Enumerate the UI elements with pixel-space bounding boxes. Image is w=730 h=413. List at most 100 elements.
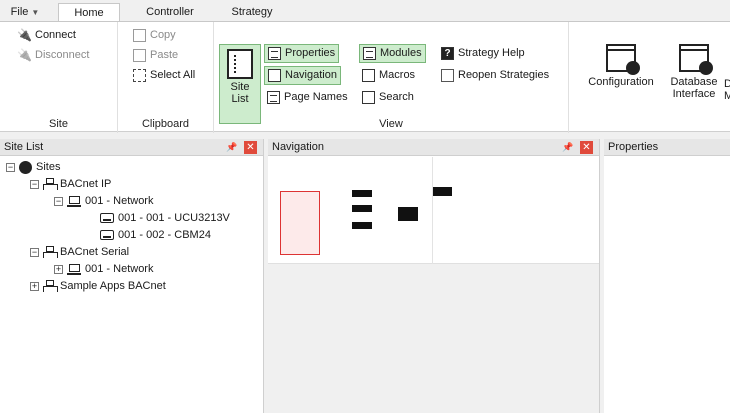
tab-home[interactable]: Home [58,3,120,22]
tree-node-bacnet-ip[interactable]: − BACnet IP [30,176,111,192]
navigation-pane: Navigation 📌 ✕ [268,139,600,413]
cut-off-ribbon-button[interactable]: D M [724,44,730,102]
search-button[interactable]: Search [359,88,417,107]
nav-block [352,190,372,197]
properties-title: Properties [608,141,659,153]
collapse-icon[interactable]: − [6,162,15,172]
navigation-button[interactable]: Navigation [264,66,341,85]
clipboard-group-label: Clipboard [141,118,190,130]
tree-node-device[interactable]: 001 - 002 - CBM24 [100,227,211,243]
tree-node-label: Sample Apps BACnet [60,280,166,292]
paste-icon [133,49,146,62]
cut-off-icon-space [724,44,730,78]
tree-node-label: 001 - 002 - CBM24 [118,229,211,241]
tree-node-bacnet-serial[interactable]: − BACnet Serial [30,244,129,260]
bacnet-icon [43,246,58,258]
collapse-icon[interactable]: − [54,196,63,206]
macros-label: Macros [379,69,416,81]
unplug-icon: 🔌 [17,48,32,62]
configuration-gear-icon [606,44,640,75]
view-group: Properties Navigation Page Names Modules… [214,22,569,133]
tree-node-network[interactable]: +001 - Network [54,261,153,277]
help-icon: ? [441,47,454,60]
navigation-viewport-frame[interactable] [280,191,320,255]
search-label: Search [379,91,414,103]
collapse-icon[interactable]: − [30,179,39,189]
device-icon [100,230,114,240]
pin-icon[interactable]: 📌 [226,139,237,156]
navigation-icon [268,69,281,82]
globe-icon [19,160,32,174]
bacnet-icon [43,178,58,190]
site-tree: − Sites − BACnet IP − 001 - Network 001 - 0… [0,156,263,292]
database-interface-label-line1: Database [670,76,718,88]
pin-icon[interactable]: 📌 [562,139,573,156]
nav-block [398,207,418,221]
copy-button[interactable]: Copy [130,26,179,45]
tab-file-label: File [10,6,29,18]
select-all-button[interactable]: Select All [130,66,198,85]
properties-button[interactable]: Properties [264,44,340,63]
properties-header: Properties [604,139,730,156]
device-icon [100,213,114,223]
view-group-label: View [379,118,403,130]
navigation-canvas[interactable] [268,157,599,264]
clipboard-group: Copy Paste Select All Clipboard [118,22,214,133]
tree-node-sample-apps[interactable]: + Sample Apps BACnet [30,278,166,294]
navigation-title: Navigation [272,141,324,153]
configuration-button[interactable]: Configuration [580,44,662,88]
tab-controller[interactable]: Controller [134,3,206,22]
nav-divider [432,157,433,264]
navigation-header: Navigation 📌 ✕ [268,139,599,156]
collapse-icon[interactable]: − [30,247,39,257]
close-icon[interactable]: ✕ [580,141,593,154]
database-interface-button[interactable]: Database Interface [666,44,722,100]
tree-node-label: BACnet Serial [60,246,130,258]
expand-icon[interactable]: + [30,281,39,291]
strategy-help-button[interactable]: ? Strategy Help [438,44,528,63]
close-icon[interactable]: ✕ [244,141,257,154]
connect-label: Connect [35,29,76,41]
tree-node-label: Sites [36,161,61,173]
properties-pane: Properties [604,139,730,413]
plug-icon: 🔌 [17,28,32,42]
copy-icon [133,29,146,42]
modules-label: Modules [380,47,422,59]
site-list-button[interactable]: Site List [219,44,261,124]
modules-icon [363,47,376,60]
disconnect-button[interactable]: 🔌 Disconnect [14,46,92,65]
tree-node-label: 001 - Network [85,263,154,275]
tree-node-network[interactable]: − 001 - Network [54,193,153,209]
page-names-button[interactable]: Page Names [264,88,351,107]
connect-button[interactable]: 🔌 Connect [14,26,79,45]
tree-node-device[interactable]: 001 - 001 - UCU3213V [100,210,230,226]
tree-node-sites[interactable]: − Sites [6,159,60,175]
nav-block [432,187,452,196]
tree-node-label: 001 - 001 - UCU3213V [118,212,230,224]
configuration-label: Configuration [588,76,654,88]
cut-off-label-line2: M [724,90,730,102]
site-list-label-line1: Site [230,81,250,93]
macros-button[interactable]: Macros [359,66,418,85]
strategy-help-label: Strategy Help [458,47,525,59]
tab-file[interactable]: File ▼ [6,3,44,22]
site-list-label-line2: List [231,93,249,105]
properties-label: Properties [285,47,336,59]
search-icon [362,91,375,104]
tab-strategy[interactable]: Strategy [222,3,282,22]
bacnet-icon [43,280,58,292]
page-names-label: Page Names [284,91,348,103]
properties-icon [268,47,281,60]
checkbox-icon [441,69,454,82]
expand-icon[interactable]: + [54,264,63,274]
tree-node-label: 001 - Network [85,195,154,207]
disconnect-label: Disconnect [35,49,90,61]
site-group: 🔌 Connect 🔌 Disconnect Site [0,22,118,133]
tree-node-label: BACnet IP [60,178,112,190]
site-list-title: Site List [4,141,44,153]
modules-button[interactable]: Modules [359,44,426,63]
ribbon: 🔌 Connect 🔌 Disconnect Site Copy Paste Sel… [0,21,730,133]
reopen-strategies-toggle[interactable]: Reopen Strategies [438,66,552,85]
chevron-down-icon: ▼ [31,8,40,17]
paste-button[interactable]: Paste [130,46,181,65]
